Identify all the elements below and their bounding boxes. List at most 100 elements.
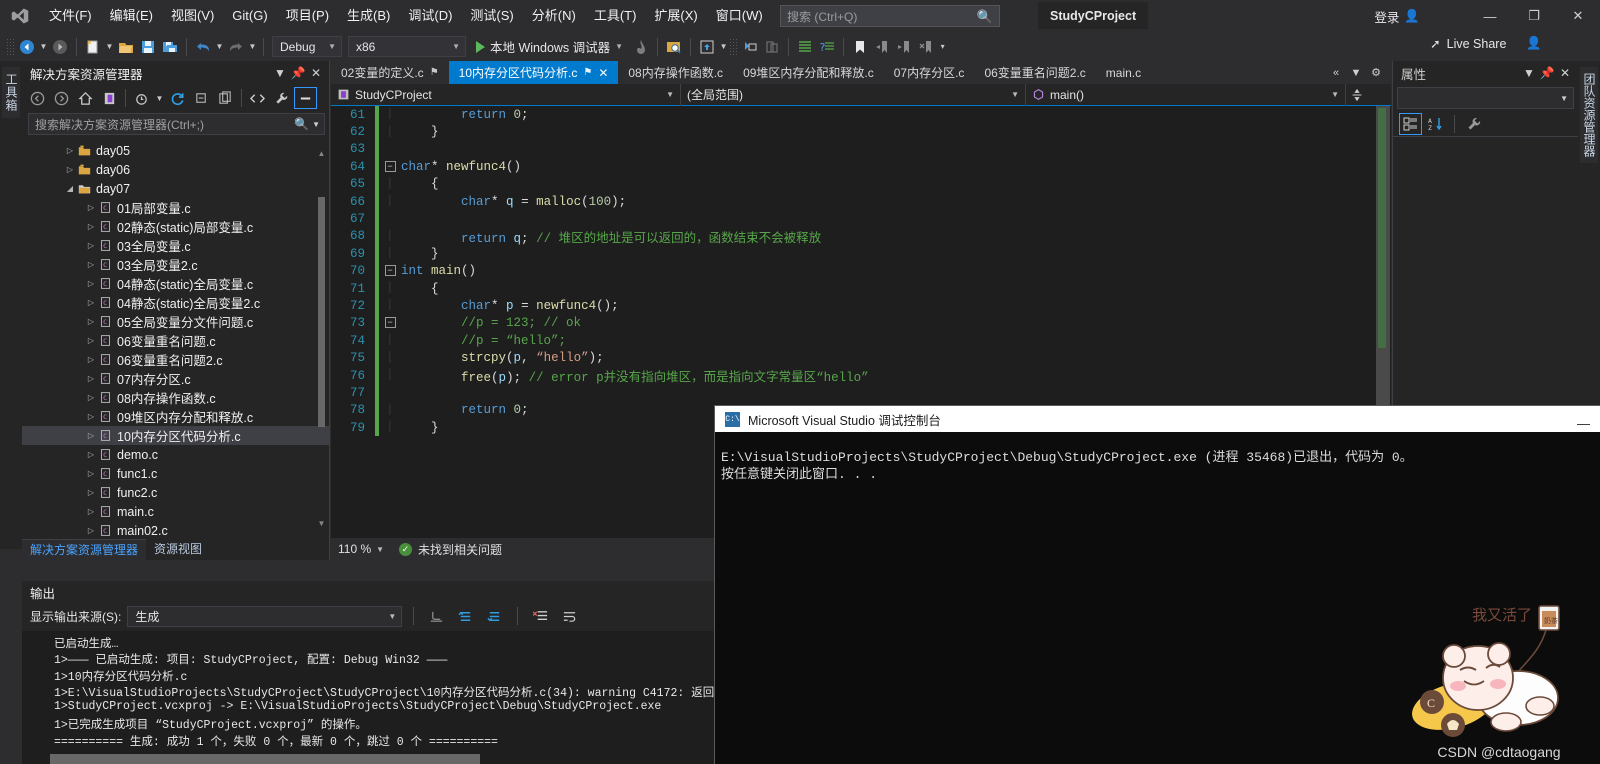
expand-arrow-icon[interactable]: ▷ — [85, 431, 97, 440]
expand-arrow-icon[interactable]: ▷ — [85, 469, 97, 478]
pending-changes-icon[interactable] — [130, 87, 153, 109]
expand-arrow-icon[interactable]: ▷ — [85, 450, 97, 459]
chevron-down-icon[interactable]: ▼ — [271, 63, 289, 83]
expand-arrow-icon[interactable]: ▷ — [85, 279, 97, 288]
menu-item-11[interactable]: 窗口(W) — [707, 0, 772, 32]
expand-arrow-icon[interactable]: ▷ — [85, 336, 97, 345]
menu-item-2[interactable]: 视图(V) — [162, 0, 223, 32]
forward-icon[interactable] — [50, 87, 73, 109]
live-share-button[interactable]: ➚ Live Share 👤 — [1430, 36, 1542, 51]
feedback-person-icon[interactable]: 👤 — [1512, 36, 1542, 51]
fold-gutter[interactable]: │ — [379, 300, 401, 311]
next-message-icon[interactable] — [483, 605, 506, 627]
fold-gutter[interactable]: − — [379, 160, 401, 173]
undo-dropdown-icon[interactable]: ▼ — [214, 36, 225, 58]
attach-to-process-icon[interactable] — [663, 36, 685, 58]
navigate-forward-icon[interactable] — [49, 36, 71, 58]
fold-gutter[interactable]: │ — [379, 248, 401, 259]
redo-dropdown-icon[interactable]: ▼ — [247, 36, 258, 58]
menu-item-1[interactable]: 编辑(E) — [101, 0, 162, 32]
editor-tab[interactable]: 08内存操作函数.c — [618, 61, 733, 84]
editor-zoom-combo[interactable]: 110 % ▼ — [331, 538, 389, 560]
tree-item[interactable]: ▷ Cfunc2.c — [22, 483, 329, 502]
properties-wrench-icon[interactable] — [270, 87, 293, 109]
output-horizontal-scrollbar[interactable] — [50, 754, 717, 764]
fold-gutter[interactable]: │ — [379, 353, 401, 364]
clear-bookmarks-icon[interactable] — [915, 36, 937, 58]
alphabetical-sort-icon[interactable]: AZ — [1424, 113, 1447, 135]
tree-item[interactable]: ▷ C 05全局变量分文件问题.c — [22, 312, 329, 331]
console-minimize-button[interactable]: — — [1577, 416, 1590, 431]
scrollbar-thumb[interactable] — [318, 197, 325, 427]
pin-icon[interactable]: ⚑ — [583, 67, 592, 78]
tree-item[interactable]: ▷ day05 — [22, 141, 329, 160]
tree-item[interactable]: ▷ Cmain.c — [22, 502, 329, 521]
fold-gutter[interactable]: │ — [379, 196, 401, 207]
next-bookmark-icon[interactable] — [893, 36, 915, 58]
open-file-icon[interactable] — [115, 36, 137, 58]
menu-item-8[interactable]: 分析(N) — [523, 0, 585, 32]
categorized-view-icon[interactable] — [1399, 112, 1422, 135]
navbar-member-combo[interactable]: main() ▼ — [1026, 83, 1346, 106]
menu-item-4[interactable]: 项目(P) — [277, 0, 338, 32]
collapse-icon[interactable]: − — [384, 265, 396, 277]
active-files-dropdown-icon[interactable]: ▼ — [1347, 67, 1365, 79]
expand-arrow-icon[interactable]: ▷ — [64, 146, 76, 155]
solution-explorer-tab[interactable]: 解决方案资源管理器 — [22, 539, 147, 560]
pin-icon[interactable]: ⚑ — [430, 67, 439, 78]
collapse-icon[interactable]: − — [384, 160, 396, 172]
split-editor-icon[interactable] — [1346, 88, 1368, 102]
collapse-all-icon[interactable] — [190, 87, 213, 109]
menu-item-5[interactable]: 生成(B) — [338, 0, 399, 32]
editor-issue-status[interactable]: ✓ 未找到相关问题 — [389, 541, 502, 558]
close-icon[interactable]: ✕ — [1556, 63, 1574, 83]
start-debugging-button[interactable]: 本地 Windows 调试器 ▼ — [469, 36, 630, 58]
menu-item-0[interactable]: 文件(F) — [40, 0, 101, 32]
output-source-combo[interactable]: 生成 ▼ — [127, 605, 403, 627]
chevron-down-icon[interactable]: ▼ — [1520, 63, 1538, 83]
output-text[interactable]: 已启动生成… 1>——— 已启动生成: 项目: StudyCProject, 配置… — [50, 631, 717, 764]
navbar-scope-combo[interactable]: (全局范围) ▼ — [681, 83, 1026, 106]
solution-platform-combo[interactable]: x86 ▼ — [348, 36, 466, 57]
toolbar-grip[interactable] — [6, 37, 16, 56]
expand-arrow-icon[interactable]: ▷ — [85, 203, 97, 212]
back-icon[interactable] — [26, 87, 49, 109]
indent-icon[interactable] — [794, 36, 816, 58]
navigate-back-icon[interactable] — [16, 36, 38, 58]
menu-item-10[interactable]: 扩展(X) — [645, 0, 706, 32]
menu-item-9[interactable]: 工具(T) — [585, 0, 646, 32]
fold-gutter[interactable]: − — [379, 317, 401, 329]
navigate-back-dropdown-icon[interactable]: ▼ — [38, 36, 49, 58]
fold-gutter[interactable]: │ — [379, 370, 401, 381]
tab-overflow-icon[interactable]: « — [1327, 67, 1345, 79]
pin-icon[interactable]: 📌 — [1538, 63, 1556, 83]
previous-message-icon[interactable] — [454, 605, 477, 627]
solution-configuration-combo[interactable]: Debug ▼ — [272, 36, 342, 57]
editor-tab[interactable]: 07内存分区.c — [884, 61, 975, 84]
undo-icon[interactable] — [192, 36, 214, 58]
expand-arrow-icon[interactable]: ▷ — [85, 412, 97, 421]
save-icon[interactable] — [137, 36, 159, 58]
expand-arrow-icon[interactable]: ▷ — [85, 526, 97, 535]
expand-arrow-icon[interactable]: ▷ — [85, 355, 97, 364]
menu-item-7[interactable]: 测试(S) — [461, 0, 522, 32]
new-file-icon[interactable] — [82, 36, 104, 58]
tree-item[interactable]: ◢ day07 — [22, 179, 329, 198]
expand-arrow-icon[interactable]: ◢ — [64, 184, 76, 193]
property-pages-wrench-icon[interactable] — [1462, 113, 1485, 135]
tree-item[interactable]: ▷ Cmain02.c — [22, 521, 329, 537]
fold-gutter[interactable]: │ — [379, 109, 401, 120]
team-explorer-vertical-tab[interactable]: 团队资源管理器 — [1580, 67, 1598, 163]
tree-item[interactable]: ▷ C 09堆区内存分配和释放.c — [22, 407, 329, 426]
step-over-icon[interactable] — [761, 36, 783, 58]
project-chip[interactable]: StudyCProject — [1038, 2, 1149, 29]
expand-arrow-icon[interactable]: ▷ — [85, 241, 97, 250]
view-code-icon[interactable] — [246, 87, 269, 109]
chevron-down-icon[interactable]: ▼ — [154, 87, 165, 109]
editor-tab[interactable]: 06变量重名问题2.c — [974, 61, 1095, 84]
tree-item[interactable]: ▷ C 03全局变量2.c — [22, 255, 329, 274]
expand-arrow-icon[interactable]: ▷ — [85, 298, 97, 307]
tree-item[interactable]: ▷ C 10内存分区代码分析.c — [22, 426, 329, 445]
window-layout-icon[interactable] — [696, 36, 718, 58]
solution-tree[interactable]: ▷ day05 ▷ day06 ◢ day07 ▷ C 01局部变量.c ▷ C 02静态(stati… — [22, 141, 329, 536]
